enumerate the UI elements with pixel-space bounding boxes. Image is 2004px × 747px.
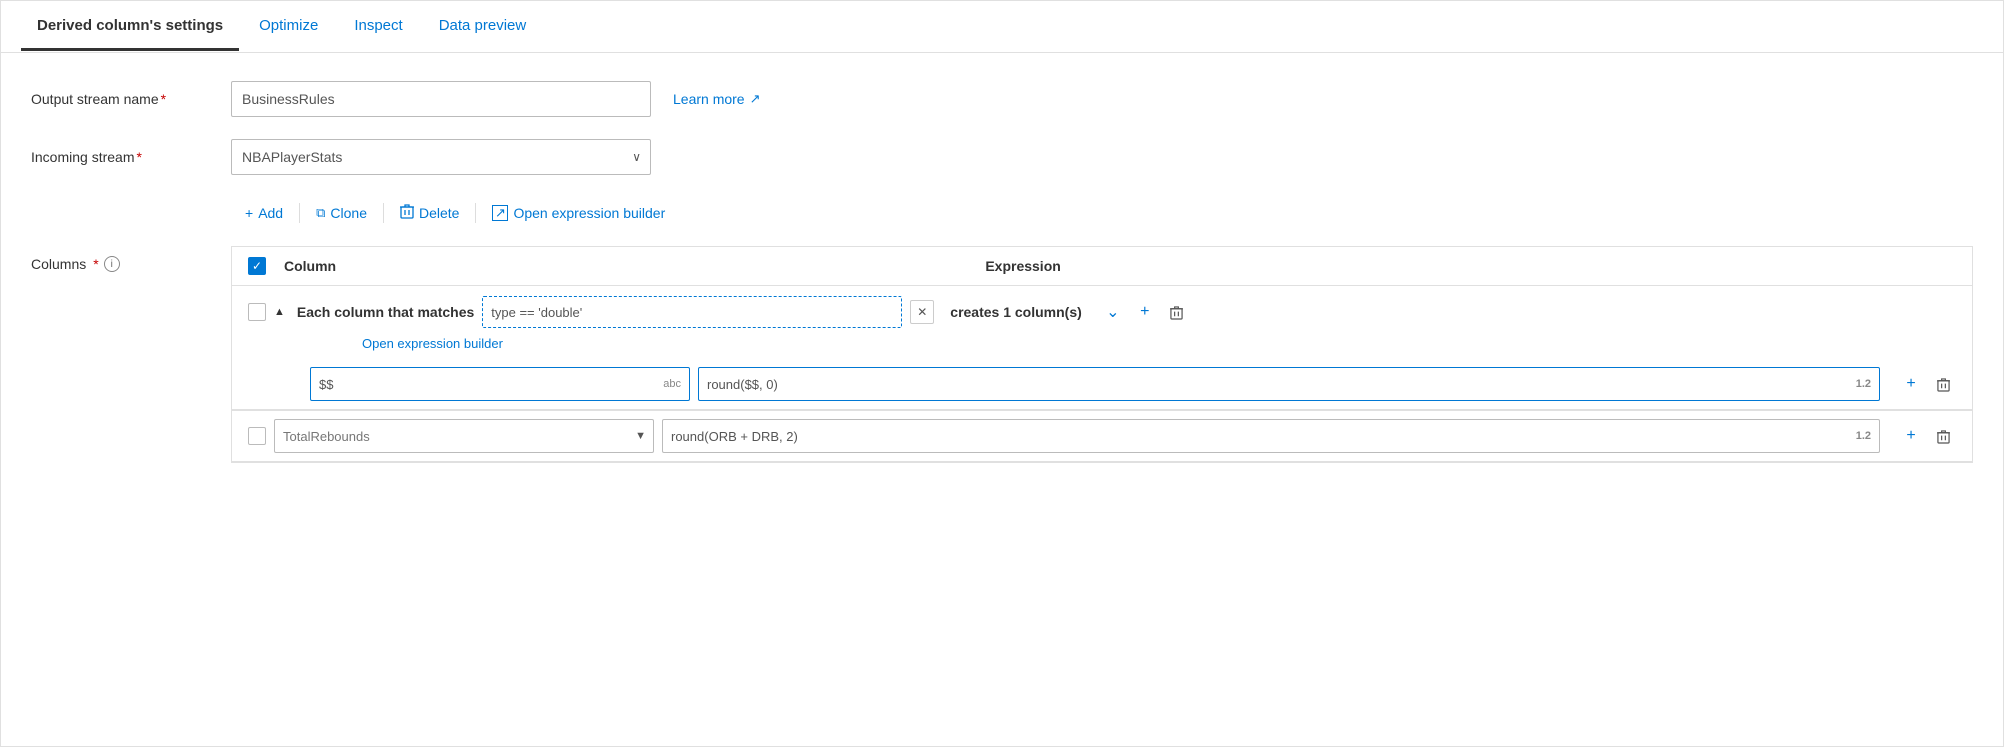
tab-data-preview[interactable]: Data preview [423,3,543,51]
dollar-expr-badge: 1.2 [1856,378,1871,390]
match-row-add-button[interactable]: + [1132,299,1158,325]
learn-more-link[interactable]: Learn more ↗ [673,91,761,107]
dollar-col-suffix: abc [663,378,681,390]
main-container: Derived column's settings Optimize Inspe… [0,0,2004,747]
columns-section: Columns * i Column Expression ▲ [31,246,1973,463]
match-expr-input[interactable] [482,296,902,328]
external-link-icon: ↗ [750,91,761,107]
output-stream-input[interactable] [231,81,651,117]
open-expression-builder-button[interactable]: ↗ Open expression builder [478,199,679,227]
sub-row-add-button[interactable]: + [1898,371,1924,397]
total-rebounds-row: TotalRebounds ▼ round(ORB + DRB, 2) 1.2 … [232,411,1972,462]
expression-header: Expression [977,258,1956,274]
match-row-top: ▲ Each column that matches ✕ creates 1 c… [232,296,1972,336]
open-expr-link[interactable]: Open expression builder [232,336,1972,359]
incoming-stream-select-wrapper: NBAPlayerStats ∨ [231,139,651,175]
incoming-stream-label: Incoming stream* [31,149,231,165]
required-star-output: * [161,91,166,107]
rebounds-col-select[interactable]: TotalRebounds [274,419,654,453]
tab-optimize[interactable]: Optimize [243,3,334,51]
column-header: Column [276,258,977,274]
rebounds-expr-badge: 1.2 [1856,430,1871,442]
creates-label: creates 1 column(s) [950,304,1082,320]
clone-button[interactable]: ⧉ Clone [302,199,381,227]
output-stream-row: Output stream name* Learn more ↗ [31,81,1973,117]
sub-row-dollar: $$ abc round($$, 0) 1.2 + [232,359,1972,410]
columns-label: Columns * i [31,246,231,463]
rebounds-row-add-button[interactable]: + [1898,423,1924,449]
header-checkbox-cell [248,257,276,275]
dollar-expr-input[interactable]: round($$, 0) 1.2 [698,367,1880,401]
sub-row-actions: + [1898,371,1956,397]
add-icon: + [245,205,253,221]
required-star-columns: * [93,256,98,272]
table-header: Column Expression [232,247,1972,286]
clear-match-expr-button[interactable]: ✕ [910,300,934,324]
match-row-checkbox[interactable] [248,303,266,321]
tab-inspect[interactable]: Inspect [338,3,418,51]
clone-icon: ⧉ [316,205,325,221]
expand-arrow-icon[interactable]: ▲ [274,306,285,318]
columns-info-icon[interactable]: i [104,256,120,272]
delete-button[interactable]: Delete [386,197,473,228]
dollar-col-input[interactable]: $$ abc [310,367,690,401]
toolbar-sep-1 [299,203,300,223]
header-checkbox[interactable] [248,257,266,275]
add-button[interactable]: + Add [231,199,297,227]
rebounds-row-checkbox[interactable] [248,427,266,445]
tab-derived-settings[interactable]: Derived column's settings [21,3,239,51]
required-star-incoming: * [136,149,141,165]
match-row-collapse-button[interactable]: ⌄ [1100,299,1126,325]
tab-bar: Derived column's settings Optimize Inspe… [1,1,2003,53]
toolbar-sep-2 [383,203,384,223]
match-row-actions: ⌄ + [1100,299,1190,325]
toolbar-sep-3 [475,203,476,223]
match-row-delete-button[interactable] [1164,299,1190,325]
rebounds-row-delete-button[interactable] [1930,423,1956,449]
incoming-stream-row: Incoming stream* NBAPlayerStats ∨ [31,139,1973,175]
match-row: ▲ Each column that matches ✕ creates 1 c… [232,286,1972,411]
content-area: Output stream name* Learn more ↗ Incomin… [1,53,2003,491]
delete-icon [400,203,414,222]
output-stream-label: Output stream name* [31,91,231,107]
rebounds-col-select-wrapper: TotalRebounds ▼ [274,419,654,453]
rebounds-expr-input[interactable]: round(ORB + DRB, 2) 1.2 [662,419,1880,453]
incoming-stream-select[interactable]: NBAPlayerStats [231,139,651,175]
open-expr-icon: ↗ [492,205,508,221]
match-label: Each column that matches [297,304,474,320]
toolbar: + Add ⧉ Clone Delete [31,197,1973,228]
sub-row-delete-button[interactable] [1930,371,1956,397]
rebounds-row-actions: + [1898,423,1956,449]
columns-table: Column Expression ▲ Each column that mat… [231,246,1973,463]
